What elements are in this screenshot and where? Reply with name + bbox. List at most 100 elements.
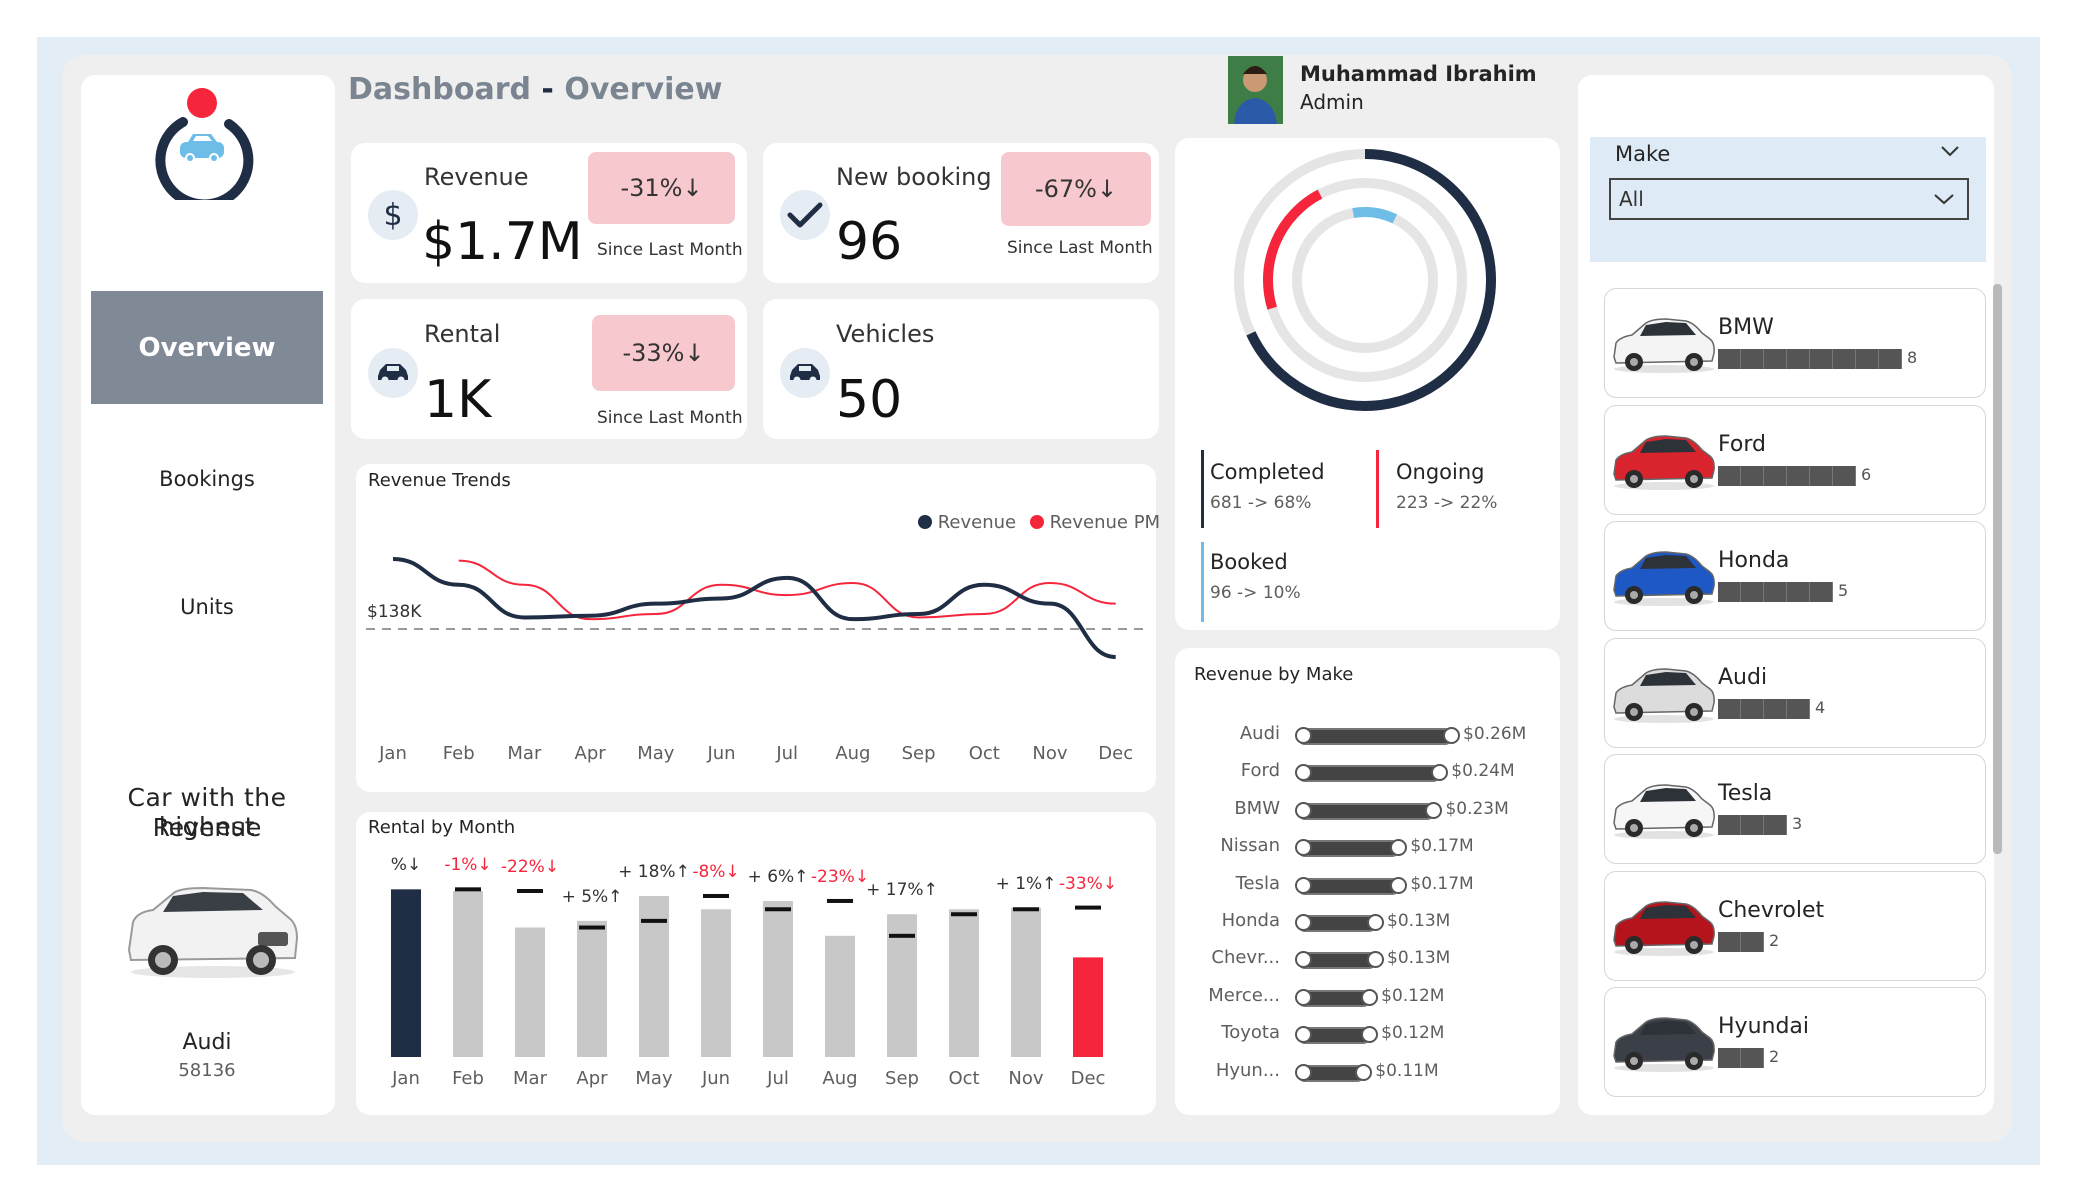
previous-month-marker [827,898,853,903]
brand-count-bar [1718,815,1787,835]
x-tick-label: Dec [1070,1068,1106,1089]
kpi-booking-label: New booking [836,163,992,191]
brand-name: Honda [1718,548,1790,573]
brand-count-bar [1718,582,1833,602]
brand-card[interactable]: Audi 4 [1604,637,1986,748]
make-bar-end-dot [1361,988,1379,1006]
make-bar-end-dot [1390,876,1408,894]
x-tick-label: Sep [885,1068,919,1089]
make-bar-start-dot [1295,801,1312,819]
x-tick-label: Jul [767,1068,789,1089]
make-label: Chevr... [1211,947,1280,969]
make-label: Nissan [1220,835,1280,857]
make-bar-end-dot [1355,1063,1373,1081]
make-bar-end-dot [1367,914,1384,931]
brand-count: 3 [1792,814,1803,833]
car-icon [368,348,418,398]
car-thumbnail [1613,551,1715,606]
make-filter-select[interactable]: All [1609,178,1969,220]
rental-bar [825,935,855,1057]
make-label: Toyota [1221,1022,1280,1044]
rental-bar [515,927,545,1057]
previous-month-marker [455,887,481,892]
make-value: $0.12M [1381,985,1445,1006]
previous-month-marker [951,912,977,917]
nav-overview[interactable]: Overview [91,291,323,404]
legend-revenue-pm-swatch [1029,515,1044,529]
car-thumbnail [1613,434,1715,490]
kpi-booking-since: Since Last Month [1007,238,1153,258]
make-label: BMW [1234,797,1280,819]
highest-value: 58136 [178,1060,236,1081]
brand-list-scrollbar[interactable] [1993,284,2002,854]
make-bar-start-dot [1295,727,1312,744]
make-bar-end-dot [1443,727,1460,744]
x-tick-label: Jul [776,743,799,764]
x-tick-label: Jun [707,743,736,764]
make-label: Audi [1239,723,1280,744]
previous-month-marker [1075,905,1101,910]
brand-card[interactable]: Tesla 3 [1604,754,1986,864]
nav-bookings[interactable]: Bookings [81,467,333,491]
make-label: Hyun... [1215,1059,1280,1081]
ring-booked [1292,207,1438,353]
x-tick-label: Jan [379,743,407,764]
highest-car-image [127,886,299,978]
revenue-trends-legend: Revenue Revenue PM [918,512,1160,533]
previous-month-marker [765,907,791,912]
kpi-rental-since: Since Last Month [597,408,743,428]
brand-count: 6 [1861,464,1872,484]
brand-card[interactable]: Honda 5 [1604,521,1986,631]
kpi-rental-value: 1K [424,370,492,430]
kpi-vehicles-value: 50 [836,370,903,430]
x-tick-label: Apr [574,743,606,764]
make-value: $0.24M [1451,761,1515,782]
kpi-revenue-change-badge: -31% ↓ [588,152,735,224]
x-tick-label: Mar [513,1068,547,1089]
brand-card[interactable]: Ford 6 [1604,404,1986,515]
x-tick-label: Aug [822,1068,858,1089]
brand-card[interactable]: BMW 8 [1604,288,1986,398]
brand-count: 4 [1815,697,1826,717]
revenue-trends-plot [366,556,1146,659]
brand-card[interactable]: Hyundai 2 [1604,987,1986,1097]
kpi-booking-change-badge: -67% ↓ [1001,152,1151,226]
car-thumbnail [1613,900,1715,956]
nav-units[interactable]: Units [81,595,333,619]
x-tick-label: Nov [1032,743,1068,764]
brand-count-bar [1718,349,1902,369]
chevron-down-icon[interactable] [1940,144,1960,158]
kpi-revenue-value: $1.7M [422,212,583,272]
make-filter-label: Make [1615,142,1671,166]
kpi-rental-label: Rental [424,320,501,348]
previous-month-marker [703,893,729,898]
make-bar-start-dot [1295,876,1312,894]
bar-change-label: -33%↓ [1058,873,1118,894]
page-title: Dashboard - Overview [348,72,723,107]
brand-card[interactable]: Chevrolet 2 [1604,870,1986,981]
x-tick-label: Dec [1098,743,1134,764]
previous-month-marker [517,889,543,893]
x-tick-label: Jan [392,1068,420,1089]
status-booked-label: Booked [1210,550,1288,574]
status-completed-label: Completed [1210,460,1325,484]
make-bar [1297,728,1453,745]
x-tick-label: Jun [701,1068,731,1089]
make-bar [1297,802,1436,820]
previous-month-marker [579,925,605,930]
logo [155,88,254,200]
make-label: Merce... [1208,984,1280,1006]
revenue-make-title: Revenue by Make [1194,664,1354,685]
make-value: $0.12M [1381,1023,1445,1044]
highest-heading-2: Revenue [152,813,262,842]
make-bar-start-dot [1295,914,1312,931]
make-bar [1297,765,1442,783]
kpi-booking-value: 96 [836,212,903,272]
make-label: Ford [1240,760,1280,782]
make-bar-start-dot [1295,988,1312,1006]
booked-marker [1201,542,1204,622]
bar-change-label: + 17%↑ [866,880,938,901]
brand-name: Ford [1718,431,1766,457]
x-tick-label: Aug [835,743,871,764]
bar-change-label: -22%↓ [500,857,560,877]
